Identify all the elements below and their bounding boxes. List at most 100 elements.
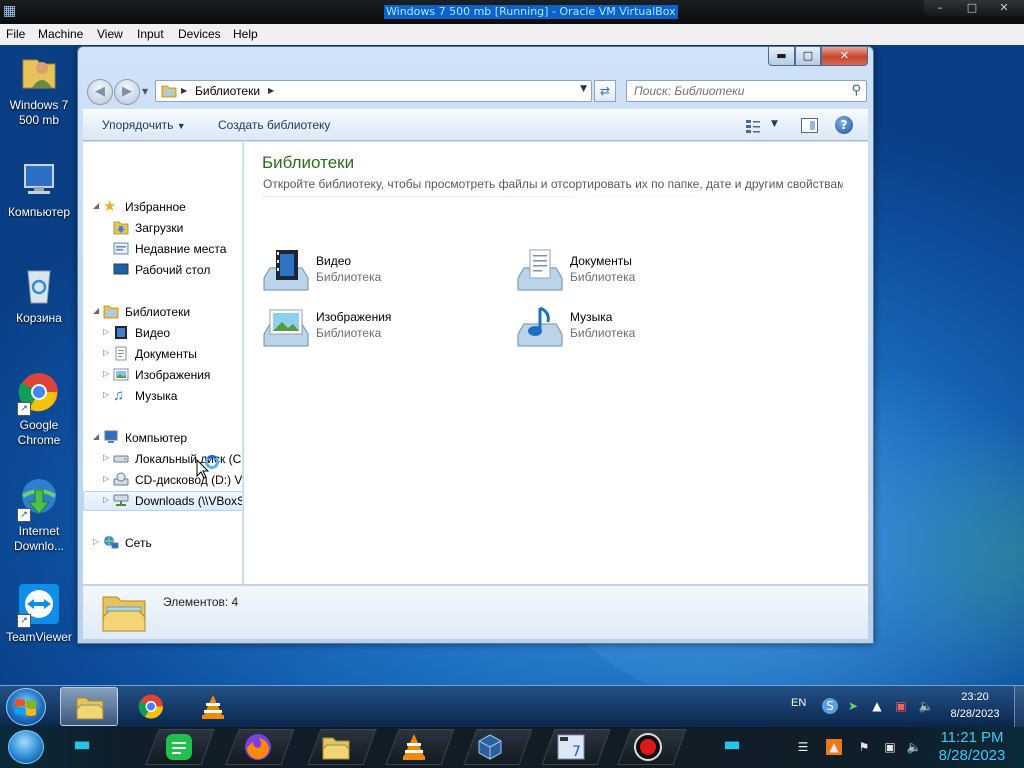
organize-button[interactable]: Упорядочить ▼ [102, 118, 186, 132]
taskbar-clock-time[interactable]: 23:20 [947, 691, 1003, 703]
desktop-icon-user-folder[interactable]: Windows 7 500 mb [1, 50, 77, 128]
nav-video[interactable]: ▷ Видео [83, 323, 242, 343]
virtualbox-icon[interactable] [475, 732, 505, 762]
network-status-icon[interactable]: ▣ [893, 698, 909, 714]
desktop-icon-computer[interactable]: Компьютер [1, 157, 77, 220]
nav-desktop-label: Рабочий стол [135, 263, 211, 277]
dock-clock-date[interactable]: 8/28/2023 [934, 747, 1010, 764]
taskbar-explorer[interactable] [60, 687, 118, 726]
expand-arrow-icon[interactable]: ▷ [103, 453, 109, 462]
library-type: Библиотека [570, 270, 636, 284]
search-input[interactable] [634, 84, 834, 98]
collapse-arrow-icon[interactable]: ◢ [93, 201, 99, 210]
expand-arrow-icon[interactable]: ▷ [103, 369, 109, 378]
change-view-icon[interactable] [745, 118, 761, 134]
menu-input[interactable]: Input [137, 27, 164, 41]
flag-icon[interactable]: ⚑ [856, 739, 872, 755]
breadcrumb-chevron-icon[interactable]: ▶ [181, 84, 187, 98]
expand-arrow-icon[interactable]: ▷ [103, 390, 109, 399]
nav-recent-places[interactable]: Недавние места [83, 239, 242, 259]
nav-computer[interactable]: ◢ Компьютер [83, 428, 242, 448]
view-options-chevron-icon[interactable]: ▼ [771, 119, 778, 129]
dock-network-icon[interactable]: ▣ [882, 739, 898, 755]
host-minimize-button[interactable]: – [924, 1, 956, 15]
host-menubar: File Machine View Input Devices Help [0, 24, 1024, 45]
search-icon[interactable]: ⚲ [851, 83, 861, 98]
nav-network-share[interactable]: ▷ Downloads (\\VBoxSvr) [83, 491, 242, 511]
minimize-button[interactable]: ▬ [768, 47, 795, 66]
preview-pane-icon[interactable] [801, 118, 818, 133]
desktop-icon-recycle-bin[interactable]: Корзина [1, 263, 77, 326]
collapse-arrow-icon[interactable]: ◢ [93, 306, 99, 315]
nav-cd-drive[interactable]: ▷ CD-дисковод (D:) VirtualBox [83, 470, 242, 490]
create-library-button[interactable]: Создать библиотеку [218, 118, 330, 132]
nav-images[interactable]: ▷ Изображения [83, 365, 242, 385]
language-indicator[interactable]: EN [791, 697, 806, 709]
library-item-video[interactable]: Видео Библиотека [262, 246, 502, 296]
show-desktop-button[interactable] [1014, 686, 1024, 728]
library-item-images[interactable]: Изображения Библиотека [262, 302, 502, 352]
taskbar-clock-date[interactable]: 8/28/2023 [947, 708, 1003, 720]
recent-pages-button[interactable]: ▼ [142, 87, 148, 96]
menu-machine[interactable]: Machine [38, 27, 83, 41]
back-button[interactable]: ◀ [87, 79, 113, 105]
taskbar-chrome[interactable] [122, 687, 180, 726]
dock-clock-time[interactable]: 11:21 PM [934, 729, 1010, 746]
library-item-documents[interactable]: Документы Библиотека [516, 246, 756, 296]
address-bar[interactable]: ▶ Библиотеки ▶ ▼ [155, 80, 592, 102]
desktop-icon-chrome[interactable]: ↗ Google Chrome [1, 370, 77, 448]
volume-icon[interactable]: 🔈 [918, 698, 934, 714]
dock-app-icon[interactable]: ▲ [826, 739, 842, 755]
vlc-icon[interactable] [399, 732, 429, 762]
address-dropdown-icon[interactable]: ▼ [580, 84, 587, 94]
nav-music[interactable]: ▷ ♫ Музыка [83, 386, 242, 406]
menu-devices[interactable]: Devices [178, 27, 221, 41]
windows7-vm-icon[interactable]: 7 [556, 732, 586, 762]
nav-favorites[interactable]: ◢ ★ Избранное [83, 197, 242, 217]
nav-documents[interactable]: ▷ Документы [83, 344, 242, 364]
dock-volume-icon[interactable]: 🔈 [906, 739, 922, 755]
nav-network[interactable]: ▷ Сеть [83, 533, 242, 553]
menu-help[interactable]: Help [233, 27, 258, 41]
expand-arrow-icon[interactable]: ▷ [93, 537, 99, 546]
downloads-folder-icon [113, 221, 129, 235]
idm-tray-icon[interactable]: ➤ [845, 698, 861, 714]
nav-local-disk[interactable]: ▷ Локальный диск (C:) [83, 449, 242, 469]
desktop-icon-teamviewer[interactable]: ↗ TeamViewer [1, 582, 77, 645]
shortcut-arrow-icon: ↗ [17, 614, 31, 628]
dock-menu-icon[interactable]: ☰ [795, 739, 811, 755]
expand-arrow-icon[interactable]: ▷ [103, 474, 109, 483]
breadcrumb-libraries[interactable]: Библиотеки [195, 84, 260, 98]
refresh-button[interactable]: ⇄ [594, 80, 616, 102]
nav-images-label: Изображения [135, 368, 211, 382]
search-box[interactable]: ⚲ [626, 80, 867, 102]
host-start-button[interactable] [8, 730, 44, 764]
expand-arrow-icon[interactable]: ▷ [103, 495, 109, 504]
forward-button[interactable]: ▶ [114, 79, 140, 105]
library-item-music[interactable]: Музыка Библиотека [516, 302, 756, 352]
firefox-icon[interactable] [243, 732, 273, 762]
expand-arrow-icon[interactable]: ▷ [103, 348, 109, 357]
start-button[interactable] [6, 688, 46, 726]
menu-view[interactable]: View [97, 27, 123, 41]
menu-file[interactable]: File [6, 27, 25, 41]
maximize-button[interactable]: □ [795, 47, 821, 66]
help-icon[interactable]: ? [835, 116, 853, 134]
nav-libraries[interactable]: ◢ Библиотеки [83, 302, 242, 322]
skype-icon[interactable]: S [822, 698, 838, 714]
internet-download-manager-icon: ↗ [17, 476, 61, 522]
close-button[interactable]: ✕ [821, 47, 868, 66]
screen-recorder-icon[interactable] [633, 732, 663, 762]
taskbar-vlc[interactable] [184, 687, 242, 726]
desktop-icon-idm[interactable]: ↗ Internet Downlo... [1, 476, 77, 554]
nav-downloads[interactable]: Загрузки [83, 218, 242, 238]
nav-desktop[interactable]: Рабочий стол [83, 260, 242, 280]
host-close-button[interactable]: ✕ [988, 1, 1020, 15]
messages-app-icon[interactable] [164, 732, 194, 762]
safely-remove-icon[interactable]: ▲ [869, 698, 885, 714]
expand-arrow-icon[interactable]: ▷ [103, 327, 109, 336]
host-maximize-button[interactable]: □ [956, 1, 988, 15]
collapse-arrow-icon[interactable]: ◢ [93, 432, 99, 441]
breadcrumb-chevron-icon[interactable]: ▶ [268, 84, 274, 98]
file-explorer-icon[interactable] [321, 732, 351, 762]
